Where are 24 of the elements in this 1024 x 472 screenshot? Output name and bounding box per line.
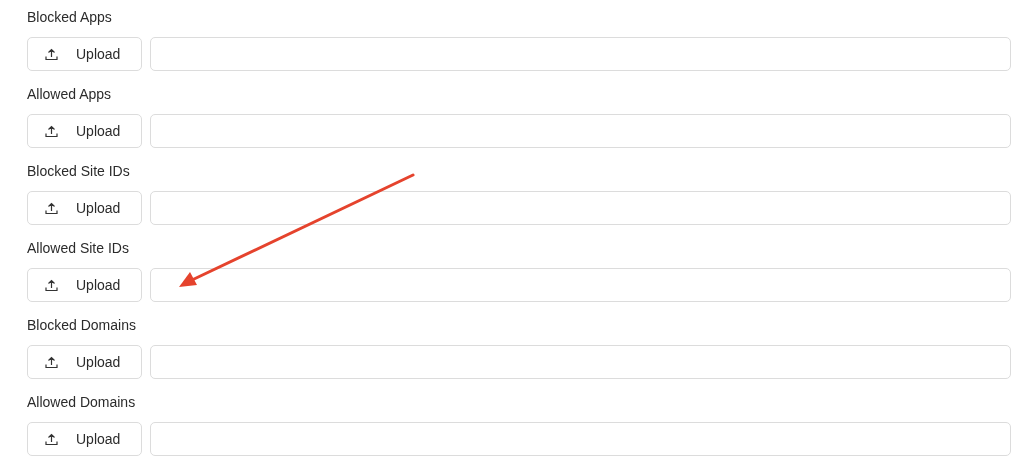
input-field[interactable] <box>150 37 1011 71</box>
input-field[interactable] <box>150 345 1011 379</box>
field-label: Blocked Domains <box>27 316 136 335</box>
field-label: Blocked Apps <box>27 8 112 27</box>
upload-icon <box>45 355 58 369</box>
input-field[interactable] <box>150 191 1011 225</box>
field-label: Allowed Apps <box>27 85 112 104</box>
input-field[interactable] <box>150 114 1011 148</box>
upload-button[interactable]: Upload <box>27 422 142 456</box>
upload-icon <box>45 47 58 61</box>
field-label: Blocked Site IDs <box>27 162 130 181</box>
upload-icon <box>45 124 58 138</box>
upload-button[interactable]: Upload <box>27 345 142 379</box>
upload-button[interactable]: Upload <box>27 37 142 71</box>
upload-icon <box>45 278 58 292</box>
field-label: Allowed Domains <box>27 393 136 412</box>
upload-icon <box>45 201 58 215</box>
input-field[interactable] <box>150 422 1011 456</box>
field-label: Allowed Site IDs <box>27 239 129 258</box>
upload-button[interactable]: Upload <box>27 191 142 225</box>
upload-icon <box>45 432 58 446</box>
upload-button[interactable]: Upload <box>27 114 142 148</box>
upload-button[interactable]: Upload <box>27 268 142 302</box>
input-field[interactable] <box>150 268 1011 302</box>
